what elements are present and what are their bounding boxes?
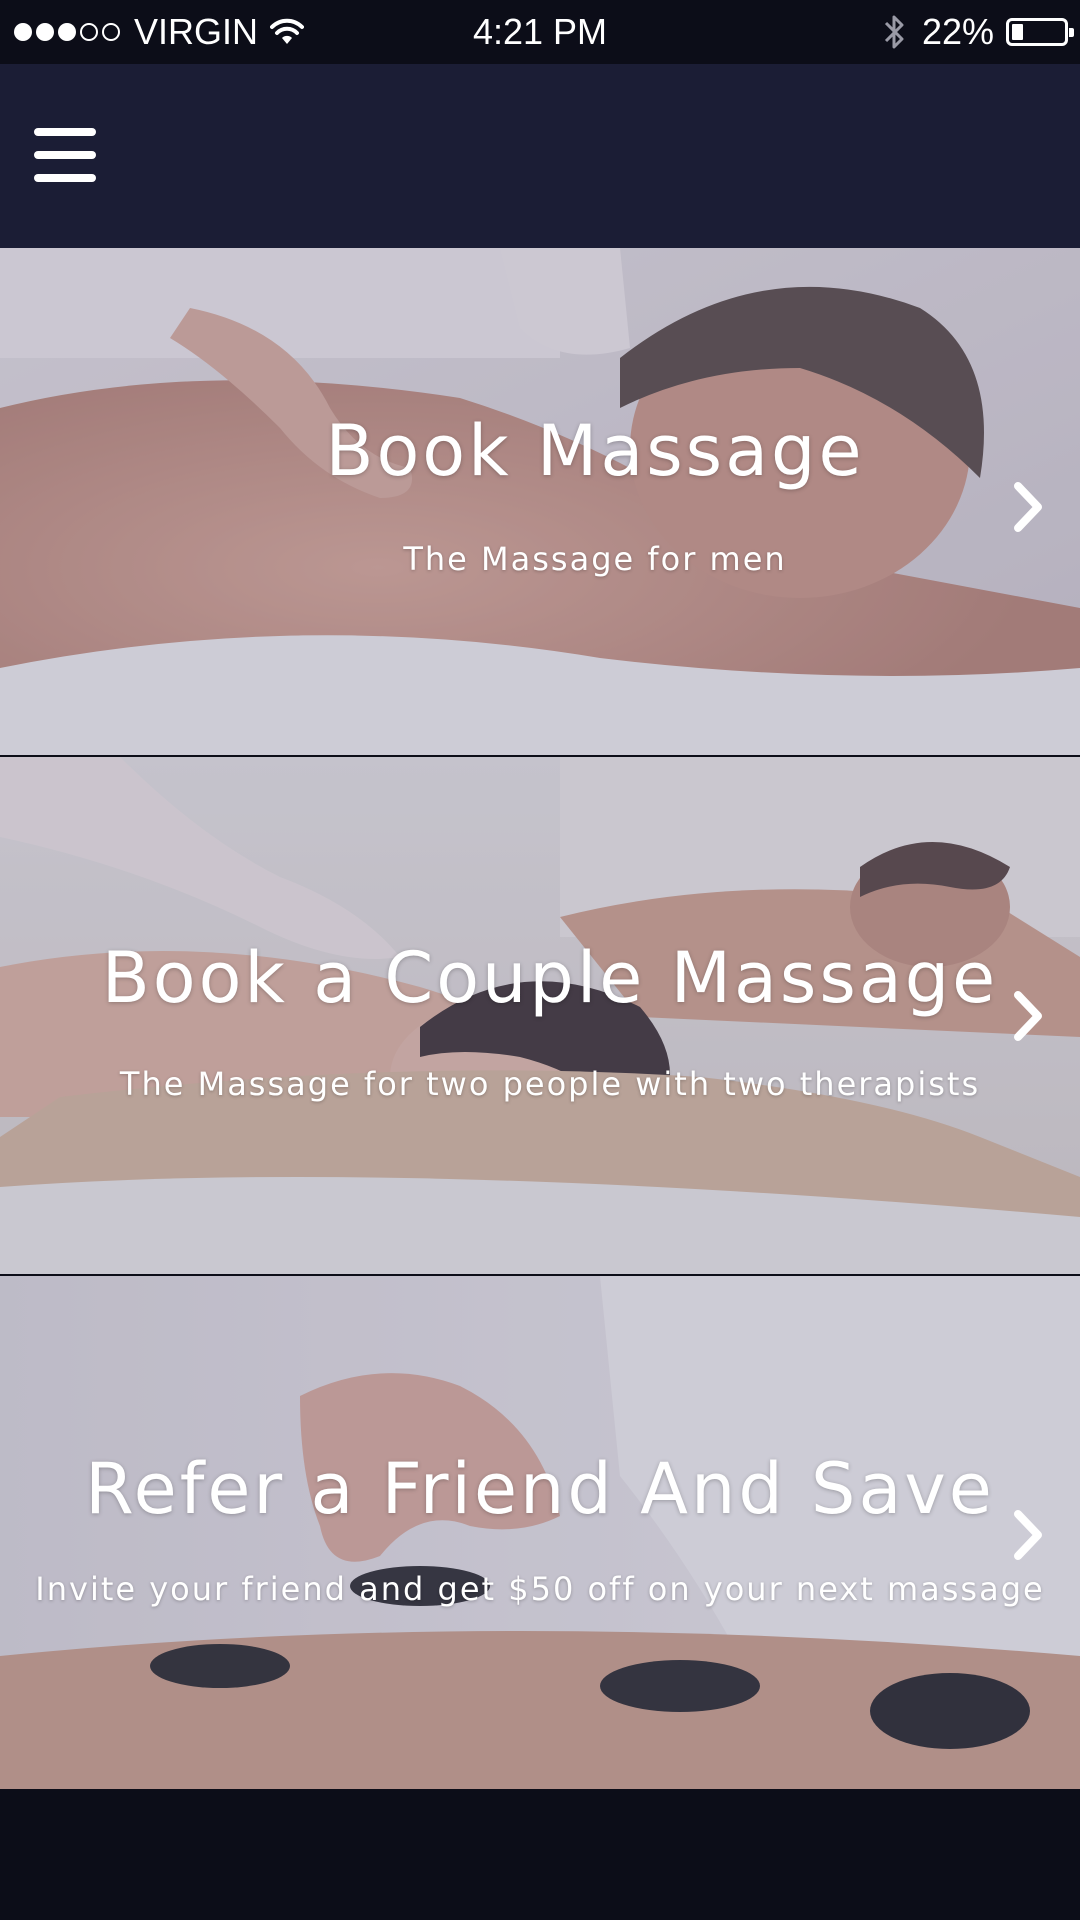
battery-level-fill	[1012, 24, 1023, 40]
hamburger-menu-icon[interactable]	[34, 128, 96, 182]
refer-friend-card[interactable]: Refer a Friend And Save Invite your frie…	[0, 1276, 1080, 1789]
card-title: Refer a Friend And Save	[85, 1448, 995, 1530]
card-overlay	[0, 1276, 1080, 1789]
status-right: 22%	[882, 10, 1074, 54]
menu-line	[34, 128, 96, 136]
card-subtitle: The Massage for men	[403, 540, 787, 578]
card-subtitle: The Massage for two people with two ther…	[119, 1065, 981, 1103]
card-title: Book Massage	[325, 410, 865, 492]
bottom-empty-area	[0, 1789, 1080, 1920]
battery-icon	[1006, 18, 1074, 46]
card-subtitle: Invite your friend and get $50 off on yo…	[35, 1570, 1045, 1608]
book-massage-card[interactable]: Book Massage The Massage for men	[0, 248, 1080, 755]
chevron-right-icon[interactable]	[1010, 480, 1046, 534]
app-screen: VIRGIN 4:21 PM 22% Book Massage The Mass…	[0, 0, 1080, 1920]
chevron-right-icon[interactable]	[1010, 1508, 1046, 1562]
battery-cap	[1069, 28, 1074, 37]
chevron-right-icon[interactable]	[1010, 989, 1046, 1043]
card-title: Book a Couple Massage	[101, 937, 999, 1019]
nav-bar	[0, 64, 1080, 248]
status-bar: VIRGIN 4:21 PM 22%	[0, 0, 1080, 64]
bluetooth-icon	[884, 15, 904, 49]
menu-line	[34, 174, 96, 182]
menu-line	[34, 151, 96, 159]
card-overlay	[0, 248, 1080, 755]
couple-massage-card[interactable]: Book a Couple Massage The Massage for tw…	[0, 757, 1080, 1274]
battery-percent: 22%	[921, 11, 994, 52]
